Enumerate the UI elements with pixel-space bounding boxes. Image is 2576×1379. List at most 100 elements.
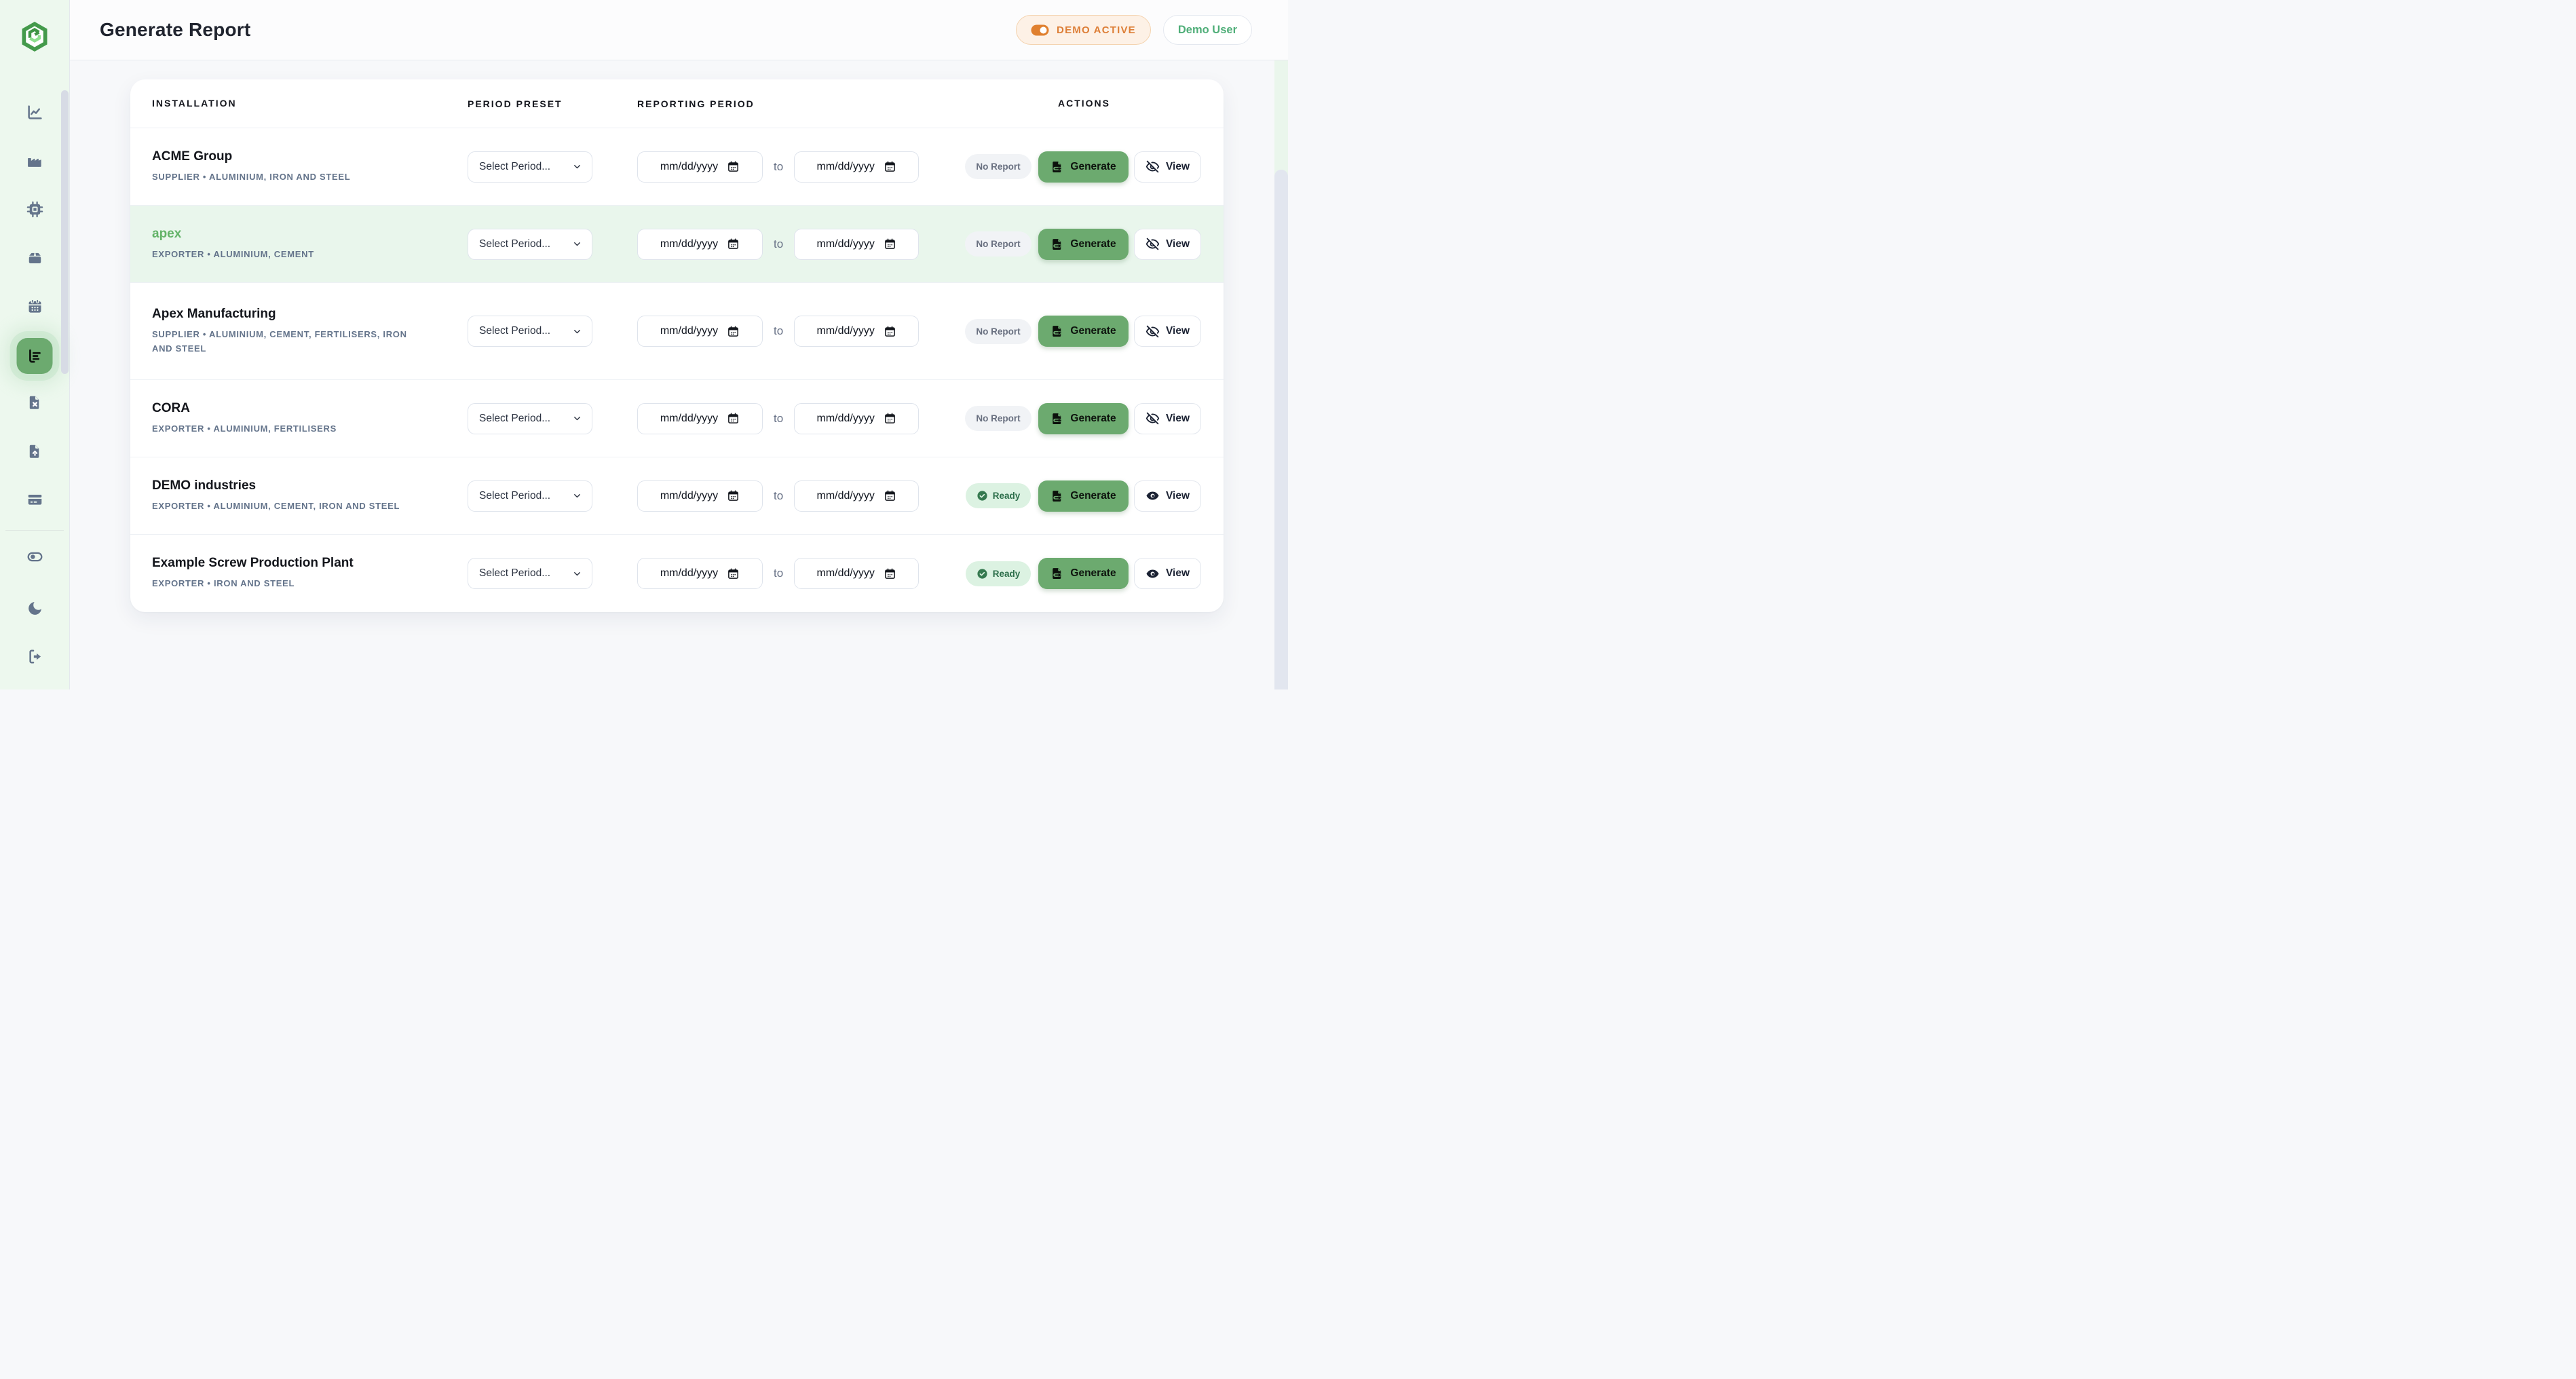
- view-button[interactable]: View: [1134, 229, 1201, 260]
- calendar-picker-icon[interactable]: [727, 325, 740, 338]
- period-preset-cell: Select Period...: [446, 558, 637, 589]
- generate-button[interactable]: Generate: [1038, 151, 1129, 183]
- sidebar-item-billing[interactable]: [0, 491, 69, 508]
- installation-cell: DEMO industries EXPORTER • ALUMINIUM, CE…: [130, 478, 446, 513]
- calendar-picker-icon[interactable]: [727, 567, 740, 580]
- analytics-chart-icon: [26, 104, 43, 121]
- period-preset-cell: Select Period...: [446, 151, 637, 183]
- start-date-value: mm/dd/yyyy: [660, 413, 718, 425]
- calendar-picker-icon[interactable]: [727, 412, 740, 425]
- generate-button[interactable]: Generate: [1038, 229, 1129, 260]
- installation-subtitle: EXPORTER • ALUMINIUM, FERTILISERS: [152, 422, 423, 436]
- period-preset-cell: Select Period...: [446, 316, 637, 347]
- calendar-picker-icon[interactable]: [884, 567, 896, 580]
- period-preset-select[interactable]: Select Period...: [468, 229, 592, 260]
- start-date-input[interactable]: mm/dd/yyyy: [637, 403, 763, 434]
- actions-cell: Generate: [1038, 151, 1201, 183]
- period-preset-select[interactable]: Select Period...: [468, 558, 592, 589]
- factory-icon: [26, 152, 43, 169]
- table-row: ACME Group SUPPLIER • ALUMINIUM, IRON AN…: [130, 128, 1224, 206]
- reporting-period-cell: mm/dd/yyyy to mm/dd/yyyy: [637, 403, 924, 434]
- sidebar-item-logout[interactable]: [0, 648, 69, 665]
- date-range-to-label: to: [774, 567, 783, 580]
- report-chart-icon: [26, 347, 43, 365]
- period-preset-select[interactable]: Select Period...: [468, 151, 592, 183]
- installation-subtitle: SUPPLIER • ALUMINIUM, CEMENT, FERTILISER…: [152, 328, 423, 355]
- table-row: apex EXPORTER • ALUMINIUM, CEMENT Select…: [130, 206, 1224, 283]
- sidebar-item-file-upload[interactable]: [0, 443, 69, 460]
- period-preset-select[interactable]: Select Period...: [468, 316, 592, 347]
- sidebar-scrollbar[interactable]: [61, 90, 69, 374]
- sidebar-item-packages[interactable]: [0, 249, 69, 266]
- calendar-picker-icon[interactable]: [884, 412, 896, 425]
- demo-active-badge[interactable]: DEMO ACTIVE: [1016, 15, 1151, 45]
- reporting-period-cell: mm/dd/yyyy to mm/dd/yyyy: [637, 480, 924, 512]
- user-button-label: Demo User: [1178, 24, 1237, 37]
- user-button[interactable]: Demo User: [1163, 15, 1252, 45]
- start-date-input[interactable]: mm/dd/yyyy: [637, 480, 763, 512]
- page-scrollbar-thumb[interactable]: [1274, 170, 1288, 690]
- sidebar-item-reports-active[interactable]: [17, 338, 53, 374]
- sidebar-item-file-exclude[interactable]: [0, 394, 69, 411]
- file-export-icon: [1050, 489, 1064, 503]
- installation-subtitle: EXPORTER • ALUMINIUM, CEMENT: [152, 248, 423, 261]
- start-date-value: mm/dd/yyyy: [660, 567, 718, 580]
- date-range-to-label: to: [774, 160, 783, 174]
- reporting-period-cell: mm/dd/yyyy to mm/dd/yyyy: [637, 229, 924, 260]
- calendar-picker-icon[interactable]: [884, 238, 896, 250]
- end-date-input[interactable]: mm/dd/yyyy: [794, 558, 919, 589]
- start-date-input[interactable]: mm/dd/yyyy: [637, 316, 763, 347]
- view-button[interactable]: View: [1134, 403, 1201, 434]
- file-upload-icon: [26, 443, 43, 460]
- installation-name: CORA: [152, 401, 446, 416]
- end-date-input[interactable]: mm/dd/yyyy: [794, 480, 919, 512]
- generate-button[interactable]: Generate: [1038, 316, 1129, 347]
- start-date-input[interactable]: mm/dd/yyyy: [637, 558, 763, 589]
- eye-off-icon: [1145, 159, 1160, 174]
- chevron-down-icon: [572, 162, 582, 172]
- col-header-installation: INSTALLATION: [152, 98, 237, 109]
- sidebar-item-analytics[interactable]: [0, 104, 69, 121]
- calendar-picker-icon[interactable]: [727, 489, 740, 502]
- view-button[interactable]: View: [1134, 151, 1201, 183]
- calendar-picker-icon[interactable]: [727, 238, 740, 250]
- calendar-picker-icon[interactable]: [727, 160, 740, 173]
- period-preset-select[interactable]: Select Period...: [468, 403, 592, 434]
- period-preset-value: Select Period...: [479, 567, 550, 580]
- sidebar-item-installations[interactable]: [0, 152, 69, 169]
- generate-button-label: Generate: [1070, 413, 1116, 425]
- calendar-picker-icon[interactable]: [884, 160, 896, 173]
- header-right: DEMO ACTIVE Demo User: [1016, 15, 1252, 45]
- check-circle-icon: [977, 490, 988, 502]
- status-cell: Ready: [924, 561, 1038, 586]
- installation-name: Example Screw Production Plant: [152, 556, 446, 571]
- view-button[interactable]: View: [1134, 480, 1201, 512]
- installation-name: DEMO industries: [152, 478, 446, 493]
- period-preset-select[interactable]: Select Period...: [468, 480, 592, 512]
- end-date-input[interactable]: mm/dd/yyyy: [794, 151, 919, 183]
- calendar-picker-icon[interactable]: [884, 489, 896, 502]
- check-circle-icon: [977, 568, 988, 580]
- sidebar-item-dark-mode[interactable]: [0, 600, 69, 617]
- view-button[interactable]: View: [1134, 316, 1201, 347]
- end-date-input[interactable]: mm/dd/yyyy: [794, 229, 919, 260]
- sidebar-item-periods[interactable]: [0, 298, 69, 315]
- start-date-input[interactable]: mm/dd/yyyy: [637, 229, 763, 260]
- eye-off-icon: [1145, 411, 1160, 426]
- generate-button[interactable]: Generate: [1038, 558, 1129, 589]
- generate-button[interactable]: Generate: [1038, 480, 1129, 512]
- start-date-input[interactable]: mm/dd/yyyy: [637, 151, 763, 183]
- actions-cell: Generate: [1038, 403, 1201, 434]
- status-label: Ready: [993, 569, 1021, 579]
- end-date-value: mm/dd/yyyy: [817, 490, 875, 502]
- view-button[interactable]: View: [1134, 558, 1201, 589]
- app-logo[interactable]: [0, 20, 69, 53]
- sidebar-item-demo-toggle[interactable]: [0, 548, 69, 565]
- end-date-input[interactable]: mm/dd/yyyy: [794, 316, 919, 347]
- generate-button[interactable]: Generate: [1038, 403, 1129, 434]
- page-title: Generate Report: [100, 19, 250, 41]
- sidebar-item-devices[interactable]: [0, 201, 69, 218]
- end-date-input[interactable]: mm/dd/yyyy: [794, 403, 919, 434]
- calendar-picker-icon[interactable]: [884, 325, 896, 338]
- view-button-label: View: [1166, 490, 1190, 502]
